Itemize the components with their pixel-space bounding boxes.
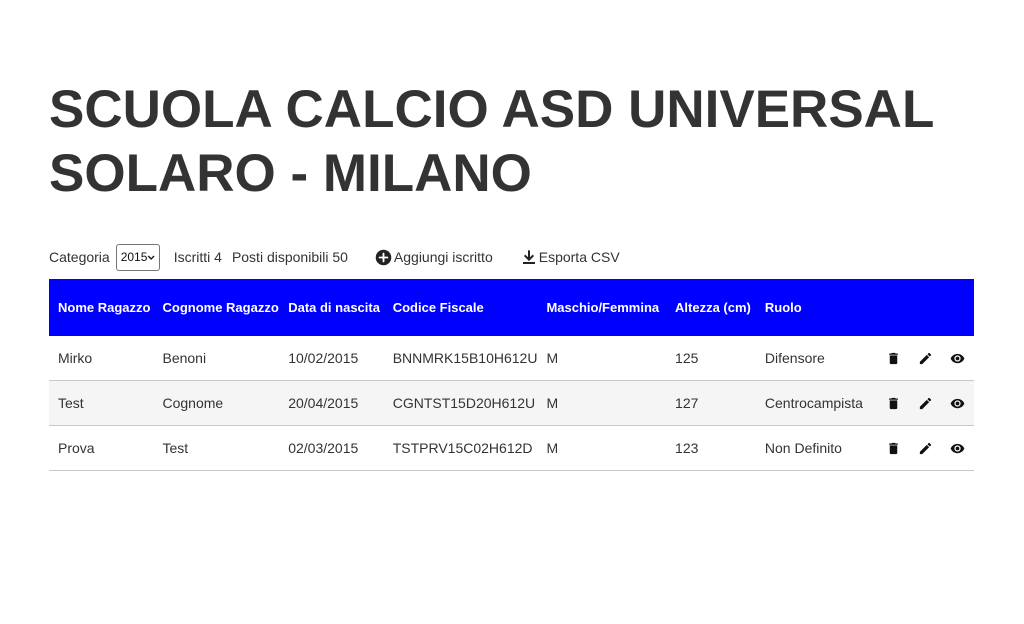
cell-height: 127: [666, 380, 756, 426]
cell-gender: M: [537, 380, 667, 426]
cell-birth: 02/03/2015: [279, 425, 384, 471]
trash-icon: [889, 397, 899, 409]
eye-icon: [951, 443, 965, 453]
add-enrollee-label: Aggiungi iscritto: [393, 249, 493, 265]
eye-icon: [951, 398, 965, 408]
column-header-tax-code[interactable]: Codice Fiscale: [383, 279, 538, 336]
view-button[interactable]: [942, 441, 974, 456]
cell-birth: 10/02/2015: [279, 336, 384, 381]
cell-surname: Cognome: [153, 380, 280, 426]
edit-button[interactable]: [910, 441, 942, 456]
cell-name: Mirko: [49, 336, 154, 381]
cell-role: Difensore: [755, 336, 863, 381]
export-csv-button[interactable]: Esporta CSV: [521, 249, 620, 265]
cell-gender: M: [537, 425, 667, 471]
enrolled-count: Iscritti 4: [173, 249, 222, 265]
category-label: Categoria: [49, 249, 110, 265]
pencil-icon: [920, 352, 932, 364]
view-button[interactable]: [942, 396, 974, 411]
column-header-actions: [862, 279, 974, 336]
toolbar: Categoria 2015 Iscritti 4 Posti disponib…: [49, 242, 620, 272]
cell-tax-code: BNNMRK15B10H612U: [383, 336, 538, 381]
cell-birth: 20/04/2015: [279, 380, 384, 426]
column-header-gender[interactable]: Maschio/Femmina: [537, 279, 667, 336]
export-csv-label: Esporta CSV: [538, 249, 620, 265]
table-header-row: Nome Ragazzo Cognome Ragazzo Data di nas…: [49, 279, 974, 336]
cell-role: Centrocampista: [755, 380, 863, 426]
column-header-height[interactable]: Altezza (cm): [666, 279, 756, 336]
trash-icon: [889, 442, 899, 454]
edit-button[interactable]: [910, 351, 942, 366]
column-header-surname[interactable]: Cognome Ragazzo: [153, 279, 280, 336]
page: SCUOLA CALCIO ASD UNIVERSAL SOLARO - MIL…: [0, 0, 1024, 624]
view-button[interactable]: [942, 351, 974, 366]
category-select[interactable]: 2015: [115, 243, 160, 271]
cell-height: 125: [666, 336, 756, 381]
pencil-icon: [920, 397, 932, 409]
plus-circle-icon: [375, 249, 392, 265]
cell-actions: [862, 380, 974, 426]
column-header-role[interactable]: Ruolo: [755, 279, 863, 336]
eye-icon: [951, 353, 965, 363]
cell-gender: M: [537, 336, 667, 381]
available-seats: Posti disponibili 50: [231, 249, 348, 265]
delete-button[interactable]: [878, 351, 910, 366]
enrollees-table: Nome Ragazzo Cognome Ragazzo Data di nas…: [49, 279, 974, 471]
delete-button[interactable]: [878, 396, 910, 411]
category-select-value: 2015: [120, 250, 148, 264]
edit-button[interactable]: [910, 396, 942, 411]
table-row: Mirko Benoni 10/02/2015 BNNMRK15B10H612U…: [49, 336, 974, 381]
download-icon: [522, 250, 535, 264]
cell-surname: Test: [153, 425, 280, 471]
cell-role: Non Definito: [755, 425, 863, 471]
page-title: SCUOLA CALCIO ASD UNIVERSAL SOLARO - MIL…: [49, 80, 934, 203]
cell-tax-code: CGNTST15D20H612U: [383, 380, 538, 426]
trash-icon: [889, 352, 899, 364]
column-header-birth[interactable]: Data di nascita: [279, 279, 384, 336]
cell-tax-code: TSTPRV15C02H612D: [383, 425, 538, 471]
cell-name: Test: [49, 380, 154, 426]
cell-height: 123: [666, 425, 756, 471]
column-header-name[interactable]: Nome Ragazzo: [49, 279, 154, 336]
chevron-down-icon: [148, 255, 155, 260]
cell-actions: [862, 336, 974, 381]
cell-surname: Benoni: [153, 336, 280, 381]
add-enrollee-button[interactable]: Aggiungi iscritto: [375, 249, 493, 266]
table-row: Test Cognome 20/04/2015 CGNTST15D20H612U…: [49, 380, 974, 426]
cell-actions: [862, 425, 974, 471]
cell-name: Prova: [49, 425, 154, 471]
delete-button[interactable]: [878, 441, 910, 456]
pencil-icon: [920, 442, 932, 454]
table-row: Prova Test 02/03/2015 TSTPRV15C02H612D M…: [49, 425, 974, 471]
